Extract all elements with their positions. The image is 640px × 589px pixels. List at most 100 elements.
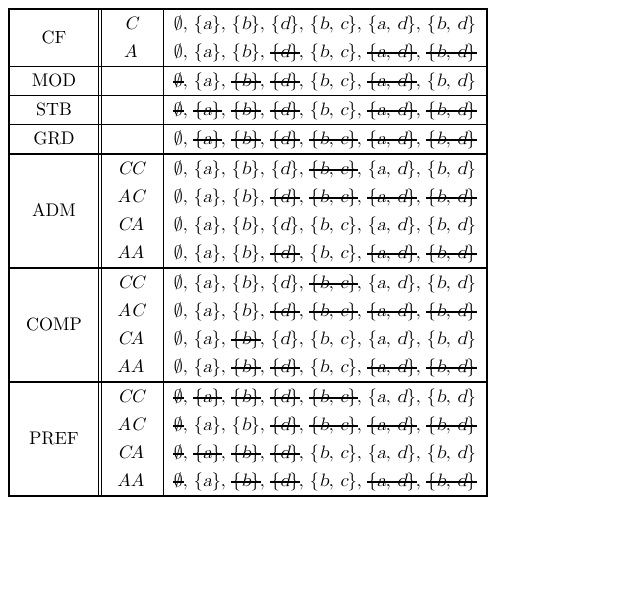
set-item: ∅ xyxy=(174,328,183,350)
set-item: {a} xyxy=(194,214,221,236)
table-row: MOD ∅, {a}, {b}, {d}, {b, c}, {a, d}, {b,… xyxy=(9,67,487,96)
set-item: {b, d} xyxy=(427,272,476,294)
set-item: {b} xyxy=(232,99,260,121)
set-item: {b, c} xyxy=(310,128,357,150)
set-item: {b, c} xyxy=(310,356,357,378)
set-item: {a, d} xyxy=(368,470,416,492)
set-item: {b} xyxy=(232,470,260,492)
set-list: ∅, {a}, {b}, {d}, {b, c}, {a, d}, {b, d} xyxy=(163,183,486,211)
set-item: {b} xyxy=(232,386,260,408)
subtype-label: CC xyxy=(98,382,163,411)
set-item: {b} xyxy=(232,414,260,436)
set-item: ∅ xyxy=(174,186,183,208)
set-item: {b, d} xyxy=(427,242,476,264)
set-item: {a} xyxy=(194,158,221,180)
subtype-label: A xyxy=(98,38,163,67)
set-item: {a, d} xyxy=(368,13,416,35)
set-item: {b, d} xyxy=(427,99,476,121)
set-item: {b, c} xyxy=(310,414,357,436)
group-label: COMP xyxy=(9,268,98,382)
set-item: {a, d} xyxy=(368,414,416,436)
subtype-label: AC xyxy=(98,183,163,211)
set-item: {a} xyxy=(194,328,221,350)
set-item: {d} xyxy=(271,214,299,236)
set-list: ∅, {a}, {b}, {d}, {b, c}, {a, d}, {b, d} xyxy=(163,125,486,155)
subtype-label: AC xyxy=(98,297,163,325)
set-item: {a} xyxy=(194,356,221,378)
set-item: {b} xyxy=(232,300,260,322)
set-item: ∅ xyxy=(174,214,183,236)
set-item: {a} xyxy=(194,70,221,92)
set-item: {b, d} xyxy=(427,300,476,322)
subtype-label xyxy=(98,96,163,125)
set-list: ∅, {a}, {b}, {d}, {b, c}, {a, d}, {b, d} xyxy=(163,239,486,268)
table-row: STB∅, {a}, {b}, {d}, {b, c}, {a, d}, {b,… xyxy=(9,96,487,125)
set-item: {b} xyxy=(232,328,260,350)
set-item: {b} xyxy=(232,13,260,35)
set-item: {b, c} xyxy=(310,242,357,264)
set-item: {b, c} xyxy=(310,300,357,322)
set-item: ∅ xyxy=(174,99,183,121)
set-item: ∅ xyxy=(174,70,183,92)
set-list: ∅, {a}, {b}, {d}, {b, c}, {a, d}, {b, d} xyxy=(163,297,486,325)
set-item: {b, d} xyxy=(427,214,476,236)
set-item: {b} xyxy=(232,242,260,264)
set-item: {d} xyxy=(271,386,299,408)
group-label: MOD xyxy=(9,67,98,96)
subtype-label: CC xyxy=(98,268,163,297)
set-item: {a, d} xyxy=(368,356,416,378)
set-item: {d} xyxy=(271,414,299,436)
set-item: {a, d} xyxy=(368,41,416,63)
set-list: ∅, {a}, {b}, {d}, {b, c}, {a, d}, {b, d} xyxy=(163,154,486,183)
set-item: {a, d} xyxy=(368,272,416,294)
subtype-label: AA xyxy=(98,467,163,496)
set-item: {a, d} xyxy=(368,99,416,121)
set-item: ∅ xyxy=(174,300,183,322)
set-item: {a, d} xyxy=(368,300,416,322)
set-item: {d} xyxy=(271,41,299,63)
set-item: {b, d} xyxy=(427,386,476,408)
set-item: {d} xyxy=(271,186,299,208)
subtype-label xyxy=(98,125,163,155)
subtype-label: CA xyxy=(98,439,163,467)
set-item: {d} xyxy=(271,300,299,322)
set-item: {b} xyxy=(232,272,260,294)
set-item: {b, d} xyxy=(427,128,476,150)
subtype-label: AA xyxy=(98,239,163,268)
set-item: {a} xyxy=(194,272,221,294)
set-item: {b, d} xyxy=(427,13,476,35)
set-item: {b, d} xyxy=(427,158,476,180)
set-item: {a} xyxy=(194,99,221,121)
subtype-label xyxy=(98,67,163,96)
set-list: ∅, {a}, {b}, {d}, {b, c}, {a, d}, {b, d} xyxy=(163,353,486,382)
set-item: ∅ xyxy=(174,128,183,150)
set-item: ∅ xyxy=(174,386,183,408)
set-item: {a, d} xyxy=(368,128,416,150)
set-item: {a} xyxy=(194,186,221,208)
set-item: {a, d} xyxy=(368,386,416,408)
set-list: ∅, {a}, {b}, {d}, {b, c}, {a, d}, {b, d} xyxy=(163,382,486,411)
set-item: {b, d} xyxy=(427,470,476,492)
set-item: {d} xyxy=(271,158,299,180)
set-item: {a} xyxy=(194,13,221,35)
subtype-label: CA xyxy=(98,325,163,353)
subtype-label: CA xyxy=(98,211,163,239)
set-item: {b} xyxy=(232,214,260,236)
set-item: {a, d} xyxy=(368,242,416,264)
set-item: {b, d} xyxy=(427,186,476,208)
set-item: {b, c} xyxy=(310,470,357,492)
set-item: {b, c} xyxy=(310,99,357,121)
set-item: {b} xyxy=(232,158,260,180)
set-item: {d} xyxy=(271,13,299,35)
group-label: PREF xyxy=(9,382,98,496)
set-item: ∅ xyxy=(174,356,183,378)
group-label: GRD xyxy=(9,125,98,155)
set-list: ∅, {a}, {b}, {d}, {b, c}, {a, d}, {b, d} xyxy=(163,67,486,96)
set-item: {d} xyxy=(271,272,299,294)
set-item: {b, c} xyxy=(310,386,357,408)
set-item: {a, d} xyxy=(368,328,416,350)
set-list: ∅, {a}, {b}, {d}, {b, c}, {a, d}, {b, d} xyxy=(163,325,486,353)
set-item: {a} xyxy=(194,470,221,492)
set-item: {b, d} xyxy=(427,356,476,378)
set-item: {a, d} xyxy=(368,70,416,92)
